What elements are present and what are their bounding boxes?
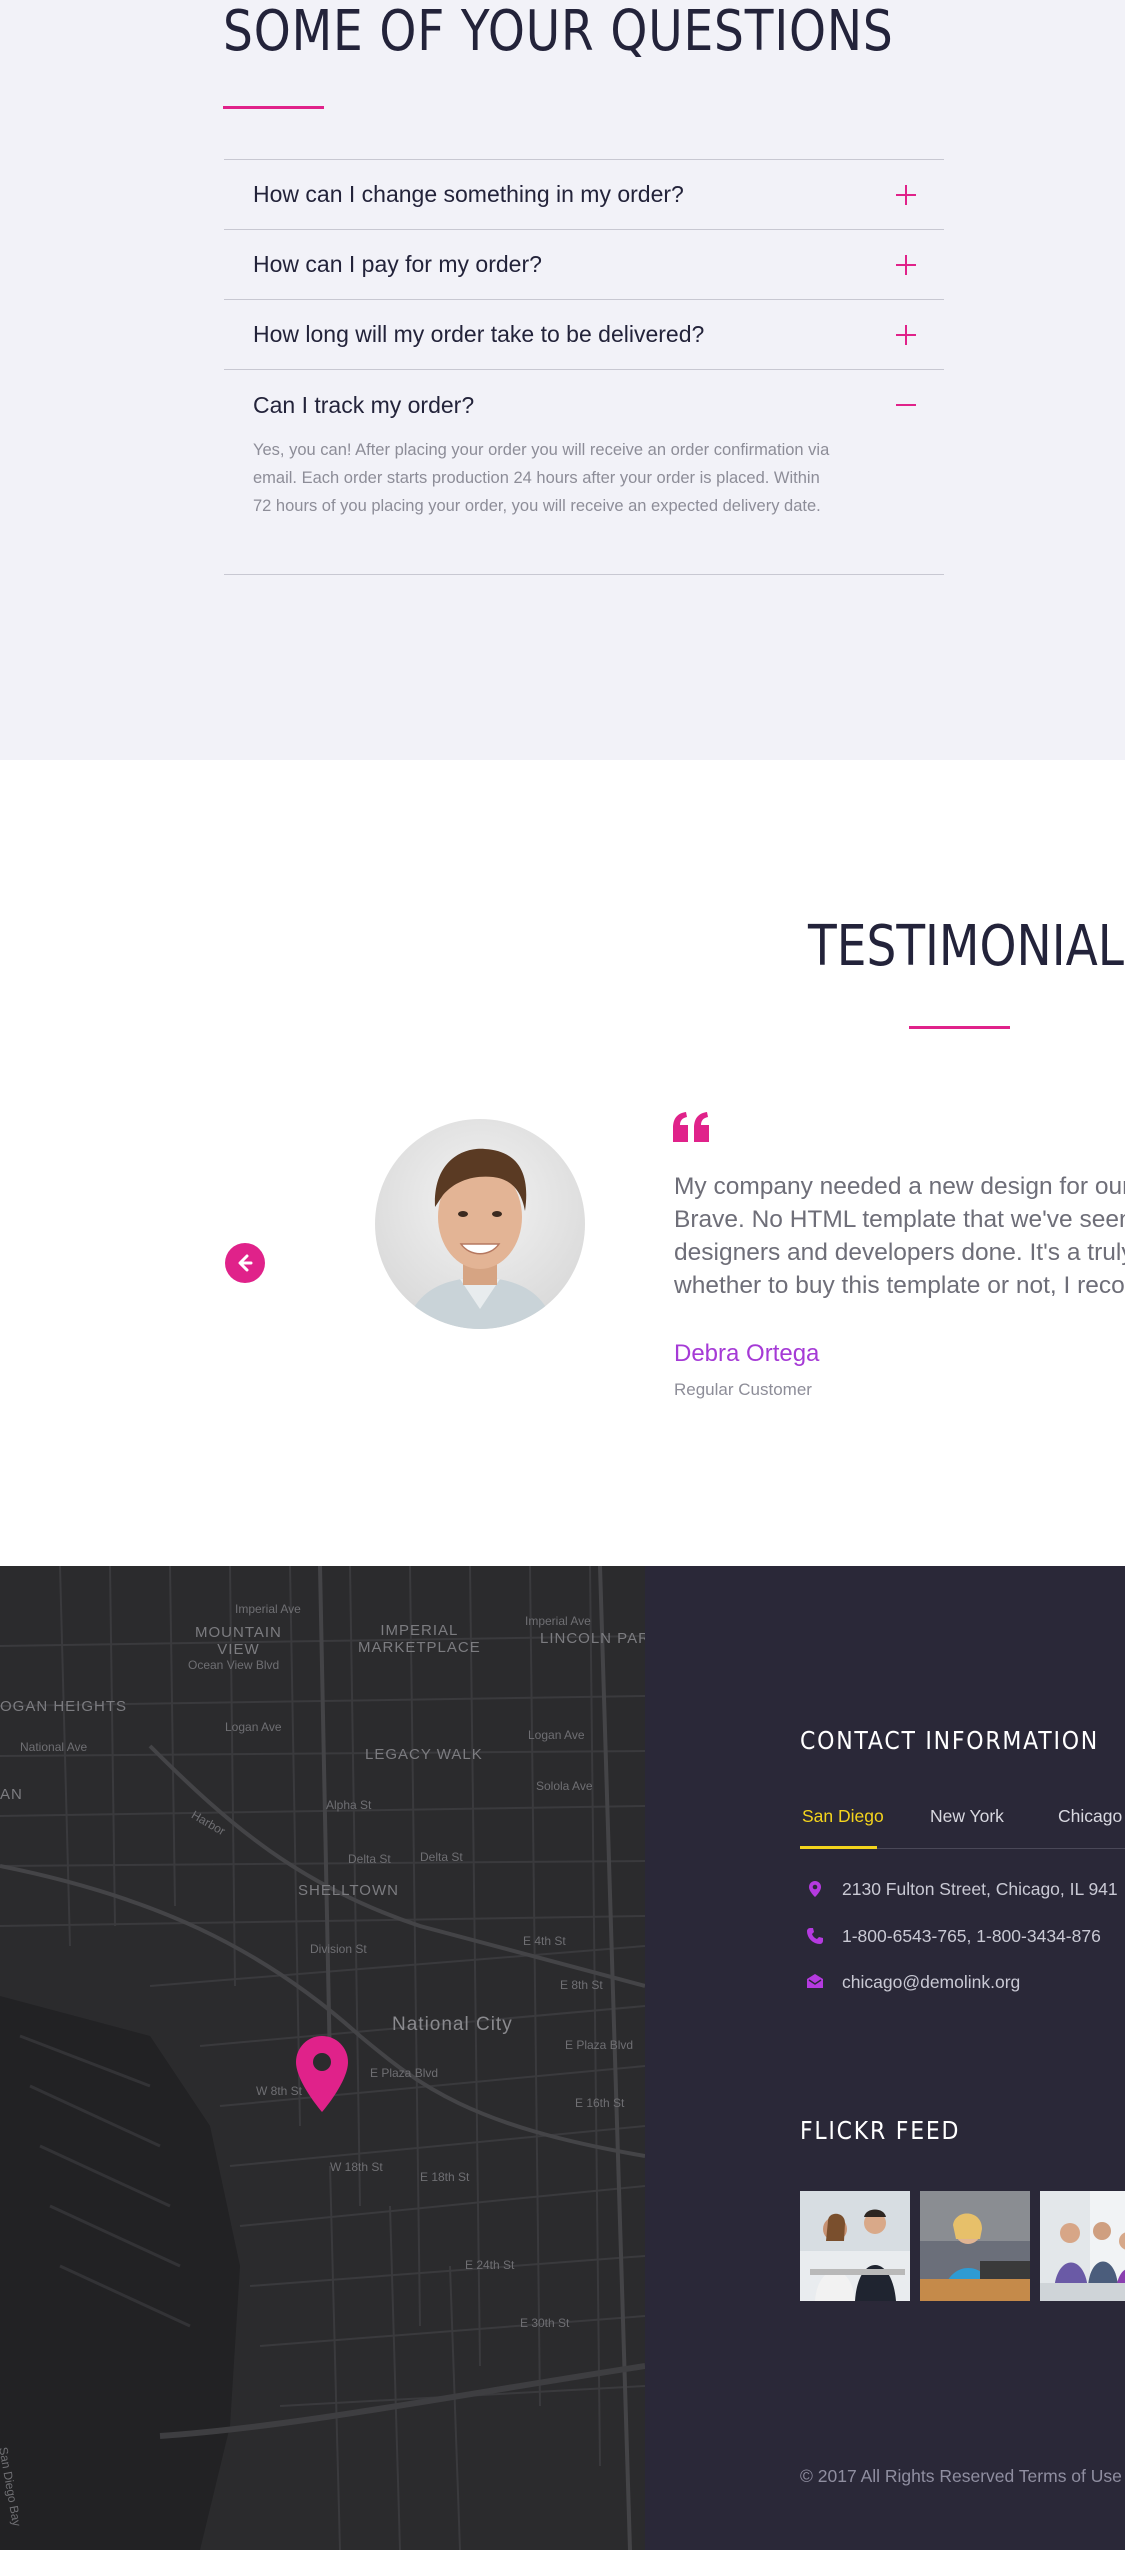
- map-label: Logan Ave: [528, 1728, 585, 1742]
- map-label: Delta St: [348, 1852, 391, 1866]
- faq-question[interactable]: How long will my order take to be delive…: [253, 321, 704, 348]
- testimonials-title: TESTIMONIALS: [808, 914, 1125, 979]
- minus-icon[interactable]: [896, 395, 916, 415]
- testimonial-quote: My company needed a new design for our n…: [674, 1170, 1125, 1302]
- avatar: [375, 1119, 585, 1329]
- phone-icon: [807, 1928, 823, 1944]
- map[interactable]: Imperial Ave Imperial Ave MOUNTAIN VIEW …: [0, 1566, 645, 2550]
- quote-line: designers and developers done. It's a tr…: [674, 1239, 1125, 1266]
- flickr-thumbnail[interactable]: [800, 2191, 910, 2301]
- map-label: E Plaza Blvd: [565, 2038, 634, 2052]
- map-label: National Ave: [20, 1740, 88, 1754]
- map-label: SHELLTOWN: [298, 1882, 399, 1899]
- map-label: AN: [0, 1786, 23, 1803]
- map-label: IMPERIAL MARKETPLACE: [358, 1622, 481, 1656]
- faq-title: SOME OF YOUR QUESTIONS: [223, 0, 894, 64]
- quote-line: Brave. No HTML template that we've seen …: [674, 1206, 1125, 1233]
- map-label: National City: [392, 2014, 513, 2035]
- flickr-thumbnail[interactable]: [920, 2191, 1030, 2301]
- active-tab-indicator: [800, 1846, 877, 1849]
- map-label: Delta St: [420, 1850, 463, 1864]
- testimonials-title-underline: [909, 1026, 1010, 1029]
- faq-question[interactable]: How can I pay for my order?: [253, 251, 542, 278]
- map-label: LEGACY WALK: [365, 1746, 483, 1763]
- tab-new-york[interactable]: New York: [930, 1806, 1004, 1827]
- faq-item[interactable]: How long will my order take to be delive…: [224, 299, 944, 370]
- map-label: W 18th St: [330, 2160, 383, 2174]
- faq-section: SOME OF YOUR QUESTIONS How can I change …: [0, 0, 1125, 760]
- faq-item[interactable]: How can I change something in my order?: [224, 159, 944, 230]
- map-label: Solola Ave: [536, 1779, 593, 1793]
- map-label: E 4th St: [523, 1934, 566, 1948]
- faq-question[interactable]: How can I change something in my order?: [253, 181, 684, 208]
- contact-phone[interactable]: 1-800-6543-765, 1-800-3434-876: [842, 1926, 1101, 1947]
- faq-answer: Yes, you can! After placing your order y…: [253, 441, 830, 515]
- map-label: E 24th St: [465, 2258, 515, 2272]
- contact-section: CONTACT INFORMATION San Diego New York C…: [645, 1566, 1125, 2550]
- faq-title-underline: [223, 106, 324, 109]
- tab-san-diego[interactable]: San Diego: [802, 1806, 884, 1827]
- flickr-thumbnail[interactable]: [1040, 2191, 1125, 2301]
- testimonial-author: Debra Ortega: [674, 1340, 820, 1367]
- flickr-title: FLICKR FEED: [800, 2116, 961, 2145]
- quote-line: whether to buy this template or not, I r…: [674, 1272, 1125, 1299]
- map-label: Ocean View Blvd: [188, 1658, 280, 1672]
- mail-icon: [807, 1974, 823, 1988]
- plus-icon[interactable]: [896, 325, 916, 345]
- plus-icon[interactable]: [896, 255, 916, 275]
- map-label: E 18th St: [420, 2170, 470, 2184]
- testimonial-author-role: Regular Customer: [674, 1380, 812, 1399]
- prev-testimonial-button[interactable]: [225, 1243, 265, 1283]
- copyright: © 2017 All Rights Reserved Terms of Use: [800, 2466, 1122, 2486]
- contact-email[interactable]: chicago@demolink.org: [842, 1972, 1020, 1993]
- arrow-left-icon: [238, 1254, 253, 1272]
- faq-question[interactable]: Can I track my order?: [253, 392, 474, 419]
- map-label: OGAN HEIGHTS: [0, 1698, 128, 1715]
- quote-line: My company needed a new design for our n…: [674, 1173, 1125, 1200]
- location-icon: [809, 1881, 821, 1897]
- contact-address: 2130 Fulton Street, Chicago, IL 941: [842, 1879, 1118, 1899]
- contact-title: CONTACT INFORMATION: [800, 1726, 1099, 1755]
- map-pin-icon[interactable]: [296, 2036, 348, 2112]
- tab-chicago[interactable]: Chicago: [1058, 1806, 1122, 1827]
- map-label: Alpha St: [326, 1798, 372, 1812]
- map-label: LINCOLN PAR: [540, 1630, 645, 1647]
- map-label: E Plaza Blvd: [370, 2066, 439, 2080]
- plus-icon[interactable]: [896, 185, 916, 205]
- map-label: Imperial Ave: [235, 1602, 301, 1616]
- quote-icon: [673, 1112, 709, 1142]
- map-label: E 8th St: [560, 1978, 603, 1992]
- map-label: MOUNTAIN VIEW: [195, 1624, 282, 1658]
- map-label: E 30th St: [520, 2316, 570, 2330]
- map-label: Imperial Ave: [525, 1614, 591, 1628]
- map-label: E 16th St: [575, 2096, 625, 2110]
- faq-item[interactable]: How can I pay for my order?: [224, 229, 944, 300]
- map-label: Division St: [310, 1942, 367, 1956]
- map-label: Logan Ave: [225, 1720, 282, 1734]
